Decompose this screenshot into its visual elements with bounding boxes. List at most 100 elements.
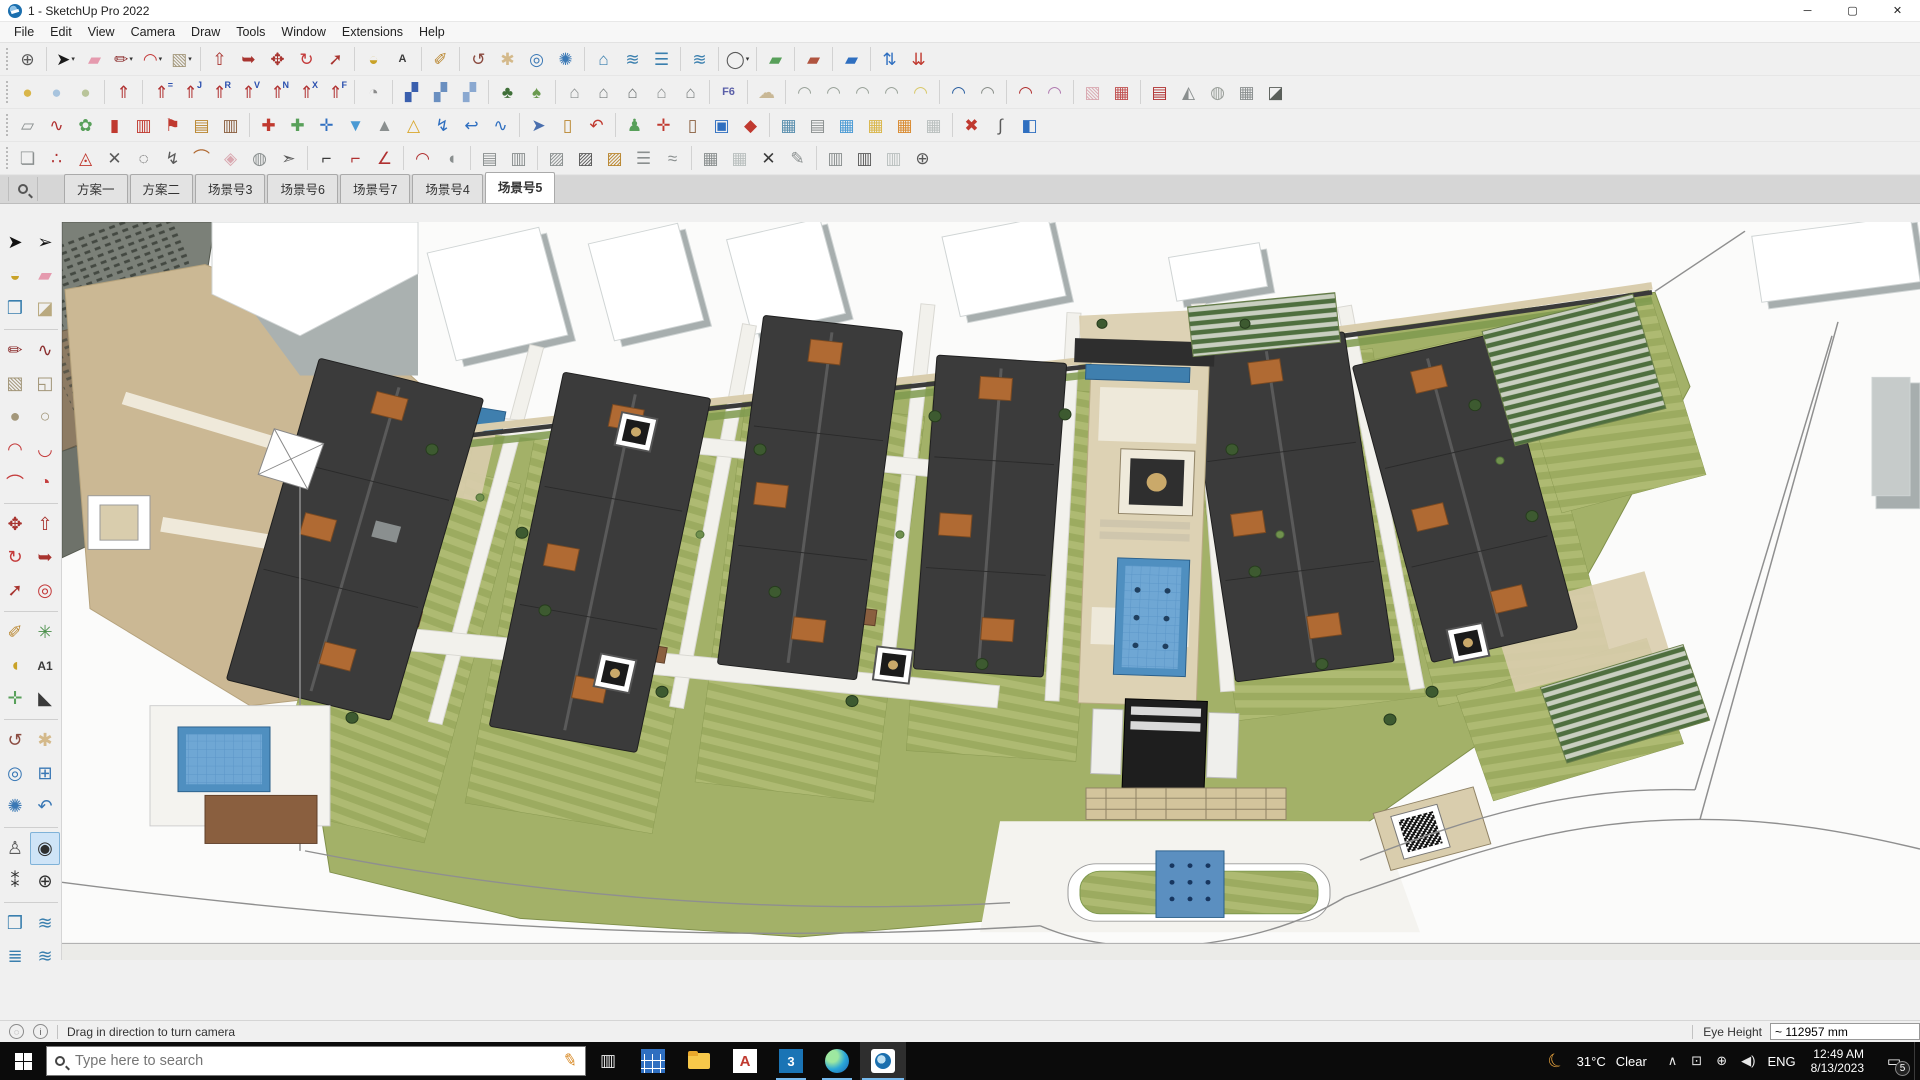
scene-tab-方案二[interactable]: 方案二 bbox=[129, 174, 194, 203]
cloud-tool-icon[interactable]: ☁ bbox=[753, 79, 780, 106]
scene-tab-场景号6[interactable]: 场景号6 bbox=[267, 174, 338, 203]
curve-purple-icon[interactable]: ◠ bbox=[1041, 79, 1068, 106]
taskbar-app-autocad[interactable]: A bbox=[722, 1042, 768, 1080]
grid-yellow-icon[interactable]: ▦ bbox=[862, 112, 889, 139]
push-pull-icon[interactable]: ⇧ bbox=[206, 46, 233, 73]
section-flip-tool[interactable]: ≋ bbox=[30, 907, 60, 940]
toolbar-drag-handle[interactable] bbox=[5, 80, 10, 104]
notification-center-button[interactable]: ▭ 5 bbox=[1874, 1042, 1914, 1080]
lasso-select-tool[interactable]: ➢ bbox=[30, 226, 60, 259]
roof-dark-icon[interactable]: ◪ bbox=[1262, 79, 1289, 106]
follow-me-icon[interactable]: ➥ bbox=[235, 46, 262, 73]
follow-me-tool[interactable]: ➥ bbox=[30, 541, 60, 574]
ext-arrows-red-icon[interactable]: ⇊ bbox=[905, 46, 932, 73]
orbit-tool[interactable]: ↺ bbox=[0, 724, 30, 757]
window-tool-icon[interactable]: ▣ bbox=[708, 112, 735, 139]
eraser-icon[interactable]: ▰ bbox=[81, 46, 108, 73]
pie-tool[interactable]: ◔ bbox=[30, 466, 60, 499]
pipe-curve-icon[interactable]: ⌒ bbox=[188, 145, 215, 172]
orbit-icon[interactable]: ↺ bbox=[465, 46, 492, 73]
waves-tool-icon[interactable]: ≈ bbox=[659, 145, 686, 172]
tag-tool[interactable]: ◪ bbox=[30, 292, 60, 325]
cube-blue-icon[interactable]: ◧ bbox=[1016, 112, 1043, 139]
menu-view[interactable]: View bbox=[80, 23, 123, 41]
scene-tab-场景号5[interactable]: 场景号5 bbox=[484, 172, 556, 203]
scene-tab-场景号3[interactable]: 场景号3 bbox=[195, 174, 266, 203]
component-tool[interactable]: ❒ bbox=[0, 292, 30, 325]
task-view-button[interactable]: ▥ bbox=[586, 1042, 630, 1080]
crate-tan-icon[interactable]: ▤ bbox=[188, 112, 215, 139]
tree-dark-icon[interactable]: ♣ bbox=[494, 79, 521, 106]
spline-tool-icon[interactable]: ∫ bbox=[987, 112, 1014, 139]
hidden-icons-chevron[interactable]: ∧ bbox=[1668, 1053, 1678, 1069]
zoom-icon[interactable]: ◎ bbox=[523, 46, 550, 73]
rotate-icon[interactable]: ↻ bbox=[293, 46, 320, 73]
scene-tab-场景号7[interactable]: 场景号7 bbox=[339, 174, 411, 203]
section-display-icon[interactable]: ≋ bbox=[619, 46, 646, 73]
push-pull-tool[interactable]: ⇧ bbox=[30, 508, 60, 541]
scene-tab-场景号4[interactable]: 场景号4 bbox=[412, 174, 483, 203]
clock[interactable]: 12:49 AM 8/13/2023 bbox=[1811, 1047, 1864, 1075]
hatch-3-icon[interactable]: ▨ bbox=[601, 145, 628, 172]
show-desktop-button[interactable] bbox=[1914, 1042, 1920, 1080]
taskbar-app-file-explorer[interactable] bbox=[676, 1042, 722, 1080]
start-button[interactable] bbox=[0, 1042, 46, 1080]
drop-blue-icon[interactable]: ▼ bbox=[342, 112, 369, 139]
vertex-edit-icon[interactable]: ✕ bbox=[101, 145, 128, 172]
line-icon[interactable]: ✏ ▾ bbox=[110, 46, 137, 73]
menu-window[interactable]: Window bbox=[273, 23, 333, 41]
corner-dark-icon[interactable]: ⌐ bbox=[313, 145, 340, 172]
curve-red-icon[interactable]: ◠ bbox=[1012, 79, 1039, 106]
section-box-tool[interactable]: ❒ bbox=[0, 907, 30, 940]
taskbar-search[interactable]: ✎ bbox=[46, 1046, 586, 1076]
move-icon[interactable]: ✥ bbox=[264, 46, 291, 73]
spiral-blue-icon[interactable]: ↯ bbox=[429, 112, 456, 139]
pencil-flat-icon[interactable]: ✎ bbox=[784, 145, 811, 172]
grid-orange-icon[interactable]: ▦ bbox=[891, 112, 918, 139]
viewport-canvas[interactable] bbox=[62, 222, 1920, 960]
barrel-tan-icon[interactable]: ▯ bbox=[554, 112, 581, 139]
ruler-stack-icon[interactable]: ▤ bbox=[476, 145, 503, 172]
arc-edit-5-icon[interactable]: ◠ bbox=[907, 79, 934, 106]
weather-temp[interactable]: 31°C bbox=[1577, 1054, 1606, 1069]
house-4-icon[interactable]: ⌂ bbox=[648, 79, 675, 106]
axis-gizmo-icon[interactable]: ✛ bbox=[650, 112, 677, 139]
search-input[interactable] bbox=[75, 1053, 563, 1069]
freehand-tool[interactable]: ∿ bbox=[30, 334, 60, 367]
box-brown-icon[interactable]: ▥ bbox=[217, 112, 244, 139]
arc-icon[interactable]: ◠ ▾ bbox=[139, 46, 166, 73]
dashed-loop-icon[interactable]: ◌ bbox=[130, 145, 157, 172]
menu-help[interactable]: Help bbox=[411, 23, 453, 41]
polygon-tool[interactable]: ○ bbox=[30, 400, 60, 433]
terrain-peak-icon[interactable]: ▲ bbox=[371, 112, 398, 139]
protractor-tool[interactable]: ◖ bbox=[0, 649, 30, 682]
fence-3-icon[interactable]: ▥ bbox=[880, 145, 907, 172]
rectangle-icon[interactable]: ▧ ▾ bbox=[168, 46, 195, 73]
menu-draw[interactable]: Draw bbox=[183, 23, 228, 41]
hatch-1-icon[interactable]: ▨ bbox=[543, 145, 570, 172]
grid-green-plus-icon[interactable]: ✚ bbox=[284, 112, 311, 139]
hatch-2-icon[interactable]: ▨ bbox=[572, 145, 599, 172]
tape-measure-tool[interactable]: ✐ bbox=[0, 616, 30, 649]
section-fill-icon[interactable]: ☰ bbox=[648, 46, 675, 73]
circle-tool[interactable]: ● bbox=[0, 400, 30, 433]
select-icon[interactable]: ➤ ▾ bbox=[52, 46, 79, 73]
path-dots-icon[interactable]: ∿ bbox=[43, 112, 70, 139]
zoom-extents-tool[interactable]: ✺ bbox=[0, 790, 30, 823]
paint-bucket-tool[interactable]: ◒ bbox=[0, 259, 30, 292]
angle-red-icon[interactable]: ∠ bbox=[371, 145, 398, 172]
ext-slope-blue-icon[interactable]: ▰ bbox=[838, 46, 865, 73]
language-indicator[interactable]: ENG bbox=[1767, 1054, 1795, 1069]
zoom-window-tool[interactable]: ⊞ bbox=[30, 757, 60, 790]
roof-grid-icon[interactable]: ▦ bbox=[1233, 79, 1260, 106]
menu-edit[interactable]: Edit bbox=[42, 23, 80, 41]
lift-f-icon[interactable]: ⇑ F bbox=[322, 79, 349, 106]
pin-red-icon[interactable]: ✚ bbox=[255, 112, 282, 139]
navigation-compass-tool[interactable]: ⊕ bbox=[30, 865, 60, 898]
fold-box-icon[interactable]: ◈ bbox=[217, 145, 244, 172]
window-red-icon[interactable]: ▥ bbox=[130, 112, 157, 139]
ext-arrows-blue-icon[interactable]: ⇅ bbox=[876, 46, 903, 73]
flag-red-icon[interactable]: ⚑ bbox=[159, 112, 186, 139]
x-dark-icon[interactable]: ✕ bbox=[755, 145, 782, 172]
tray-app-icon[interactable]: ⊡ bbox=[1691, 1053, 1702, 1069]
